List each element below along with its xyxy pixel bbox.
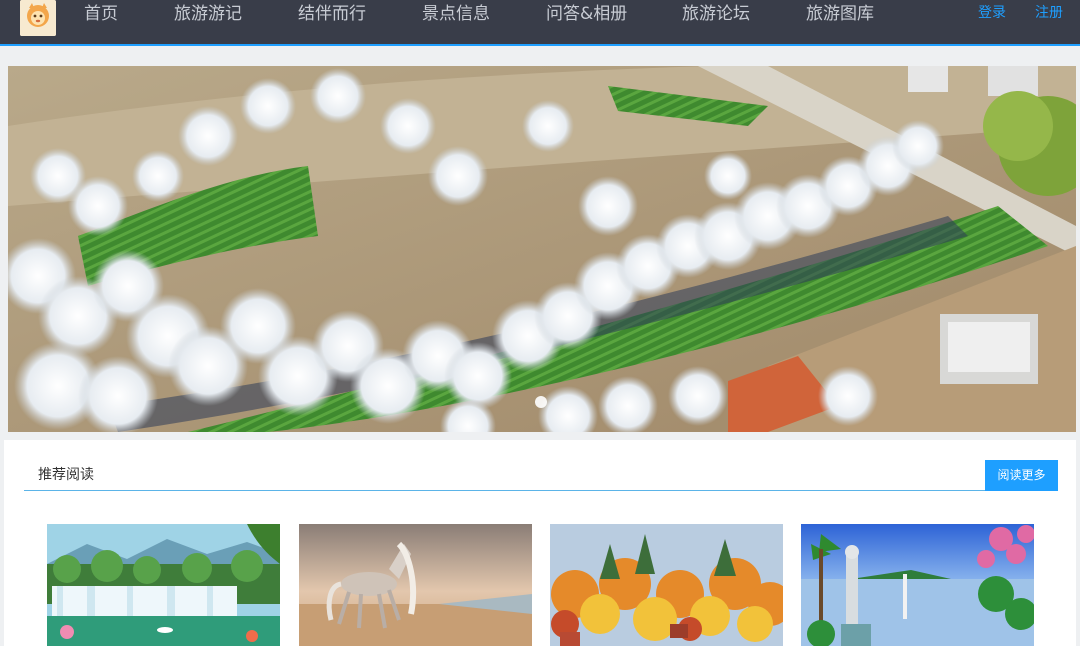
nav-item-travelogue[interactable]: 旅游游记 [174,0,242,28]
carousel-dot-active[interactable] [535,396,547,408]
recommend-card-horse[interactable] [299,524,532,646]
nav-item-home[interactable]: 首页 [84,0,118,28]
login-link[interactable]: 登录 [978,0,1006,26]
recommend-card-autumn[interactable] [550,524,783,646]
seaside-image [801,524,1034,646]
autumn-image [550,524,783,646]
recommend-section: 推荐阅读 阅读更多 [4,440,1076,646]
banner-image [8,66,1076,432]
section-divider [24,490,1058,491]
nav-item-forum[interactable]: 旅游论坛 [682,0,750,28]
top-nav: 首页 旅游游记 结伴而行 景点信息 问答&相册 旅游论坛 旅游图库 登录 注册 [0,0,1080,46]
recommend-card-waterfall[interactable] [47,524,280,646]
section-title: 推荐阅读 [38,467,94,483]
register-link[interactable]: 注册 [1035,0,1063,26]
waterfall-image [47,524,280,646]
recommend-card-seaside[interactable] [801,524,1034,646]
nav-item-qa-album[interactable]: 问答&相册 [546,0,627,28]
banner-carousel[interactable] [8,66,1076,432]
nav-item-attractions[interactable]: 景点信息 [422,0,490,28]
horse-image [299,524,532,646]
read-more-button[interactable]: 阅读更多 [985,460,1058,491]
nav-item-gallery[interactable]: 旅游图库 [806,0,874,28]
site-logo[interactable] [20,0,56,36]
nav-item-companions[interactable]: 结伴而行 [298,0,366,28]
